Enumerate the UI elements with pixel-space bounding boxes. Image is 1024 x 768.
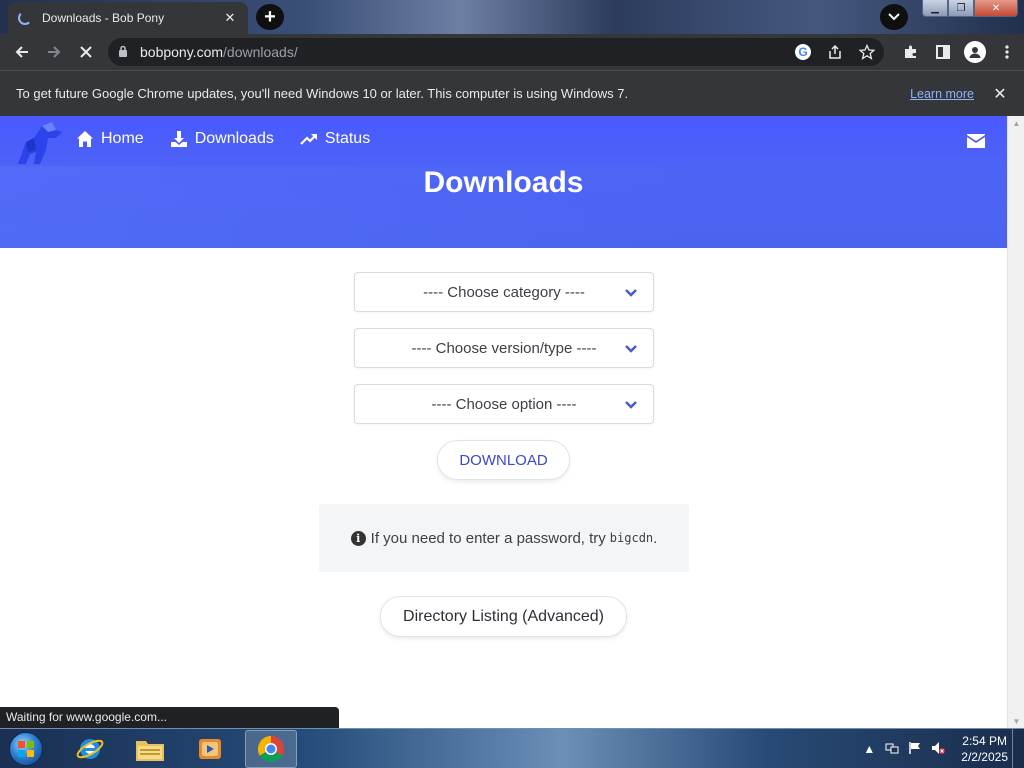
more-vertical-icon: [1005, 45, 1009, 59]
window-close-button[interactable]: ✕: [974, 0, 1018, 17]
infobar-close-icon[interactable]: ✕: [992, 84, 1008, 104]
learn-more-link[interactable]: Learn more: [910, 87, 974, 101]
profile-avatar[interactable]: [964, 41, 986, 63]
chrome-icon: [257, 735, 284, 763]
internet-explorer-icon: [76, 739, 104, 759]
close-icon: [80, 46, 92, 58]
nav-downloads-label: Downloads: [194, 130, 274, 147]
url-host: bobpony.com: [140, 44, 224, 60]
loading-spinner-icon: [18, 11, 32, 25]
browser-tab[interactable]: Downloads - Bob Pony ✕: [8, 2, 248, 34]
browser-toolbar: bobpony.com/downloads/ G: [0, 34, 1024, 70]
bookmark-button[interactable]: [858, 43, 876, 61]
download-button[interactable]: DOWNLOAD: [437, 440, 570, 480]
folder-icon: [136, 741, 164, 761]
show-hidden-icons-icon[interactable]: ▲: [863, 742, 875, 756]
category-select[interactable]: ---- Choose category ----: [354, 272, 654, 312]
chevron-down-icon: [623, 285, 639, 301]
nav-downloads[interactable]: Downloads: [170, 130, 274, 148]
url-path: /downloads/: [223, 44, 298, 60]
password-notice: i If you need to enter a password, try bi…: [319, 504, 689, 572]
directory-listing-button[interactable]: Directory Listing (Advanced): [380, 596, 627, 637]
new-tab-button[interactable]: +: [256, 4, 284, 30]
window-controls: ▁ ❐ ✕: [922, 0, 1018, 17]
main-nav: Home Downloads Status: [76, 130, 370, 148]
notice-text: If you need to enter a password, try: [370, 529, 606, 547]
windows-taskbar: ▲ 2:54 PM 2/2/2025: [0, 728, 1024, 768]
password-code: bigcdn: [609, 531, 654, 545]
trending-up-icon: [300, 134, 317, 145]
windows-logo-icon: [9, 732, 43, 766]
action-center-flag-icon[interactable]: [909, 741, 921, 758]
option-select-value: ---- Choose option ----: [431, 395, 577, 413]
forward-button[interactable]: [38, 36, 70, 68]
chevron-down-icon: [623, 341, 639, 357]
lock-icon: [118, 45, 128, 60]
tab-title: Downloads - Bob Pony: [42, 11, 165, 25]
nav-home[interactable]: Home: [76, 130, 144, 148]
page-content: Home Downloads Status Downloads ---- Cho…: [0, 116, 1024, 728]
arrow-left-icon: [15, 46, 28, 58]
media-player-icon: [199, 739, 221, 759]
minimize-button[interactable]: ▁: [922, 0, 948, 17]
back-button[interactable]: [6, 36, 38, 68]
side-panel-icon: [936, 45, 950, 59]
puzzle-icon: [905, 45, 916, 58]
side-panel-button[interactable]: [932, 41, 954, 63]
envelope-icon: [967, 134, 985, 148]
share-icon: [829, 44, 841, 59]
share-button[interactable]: [826, 43, 844, 61]
star-icon: [859, 44, 875, 60]
contact-button[interactable]: [967, 134, 985, 153]
stop-loading-button[interactable]: [70, 36, 102, 68]
chevron-down-icon: [623, 397, 639, 413]
page-scrollbar[interactable]: ▲ ▼: [1007, 116, 1024, 728]
download-icon: [170, 131, 187, 147]
google-icon: G: [795, 44, 811, 60]
network-icon[interactable]: [885, 741, 899, 758]
nav-status[interactable]: Status: [300, 130, 370, 148]
show-desktop-button[interactable]: [1012, 729, 1024, 768]
info-icon: i: [350, 530, 366, 546]
notice-end: .: [653, 529, 658, 547]
page-title: Downloads: [423, 166, 584, 199]
version-select[interactable]: ---- Choose version/type ----: [354, 328, 654, 368]
taskbar-explorer[interactable]: [124, 730, 176, 768]
google-lens-button[interactable]: G: [794, 43, 812, 61]
volume-muted-icon[interactable]: [931, 741, 946, 758]
browser-titlebar: Downloads - Bob Pony ✕ + ▁ ❐ ✕: [0, 0, 1024, 34]
scroll-up-arrow-icon[interactable]: ▲: [1008, 116, 1024, 130]
update-infobar: To get future Google Chrome updates, you…: [0, 70, 1024, 116]
clock-date: 2/2/2025: [961, 750, 1008, 764]
restore-button[interactable]: ❐: [948, 0, 974, 17]
arrow-right-icon: [48, 46, 61, 58]
category-select-value: ---- Choose category ----: [423, 283, 585, 301]
tab-close-icon[interactable]: ✕: [222, 10, 238, 26]
address-bar[interactable]: bobpony.com/downloads/ G: [108, 38, 884, 66]
taskbar-internet-explorer[interactable]: [64, 730, 116, 768]
clock-time: 2:54 PM: [962, 734, 1007, 748]
site-header: Home Downloads Status Downloads: [0, 116, 1007, 248]
taskbar-chrome[interactable]: [245, 730, 297, 768]
system-tray: ▲ 2:54 PM 2/2/2025: [863, 729, 1024, 768]
infobar-message: To get future Google Chrome updates, you…: [16, 86, 629, 101]
extensions-button[interactable]: [900, 41, 922, 63]
home-icon: [77, 131, 93, 147]
nav-home-label: Home: [101, 130, 144, 147]
scroll-down-arrow-icon[interactable]: ▼: [1008, 714, 1024, 728]
clock[interactable]: 2:54 PM 2/2/2025: [961, 733, 1008, 765]
taskbar-media-player[interactable]: [184, 730, 236, 768]
chevron-down-icon: [888, 13, 900, 21]
bob-pony-logo[interactable]: [12, 120, 64, 170]
menu-button[interactable]: [996, 41, 1018, 63]
browser-status-bubble: Waiting for www.google.com...: [0, 707, 339, 728]
nav-status-label: Status: [324, 130, 371, 147]
version-select-value: ---- Choose version/type ----: [411, 339, 597, 357]
start-button[interactable]: [4, 730, 48, 768]
option-select[interactable]: ---- Choose option ----: [354, 384, 654, 424]
person-icon: [969, 47, 981, 58]
tab-search-button[interactable]: [880, 4, 908, 30]
